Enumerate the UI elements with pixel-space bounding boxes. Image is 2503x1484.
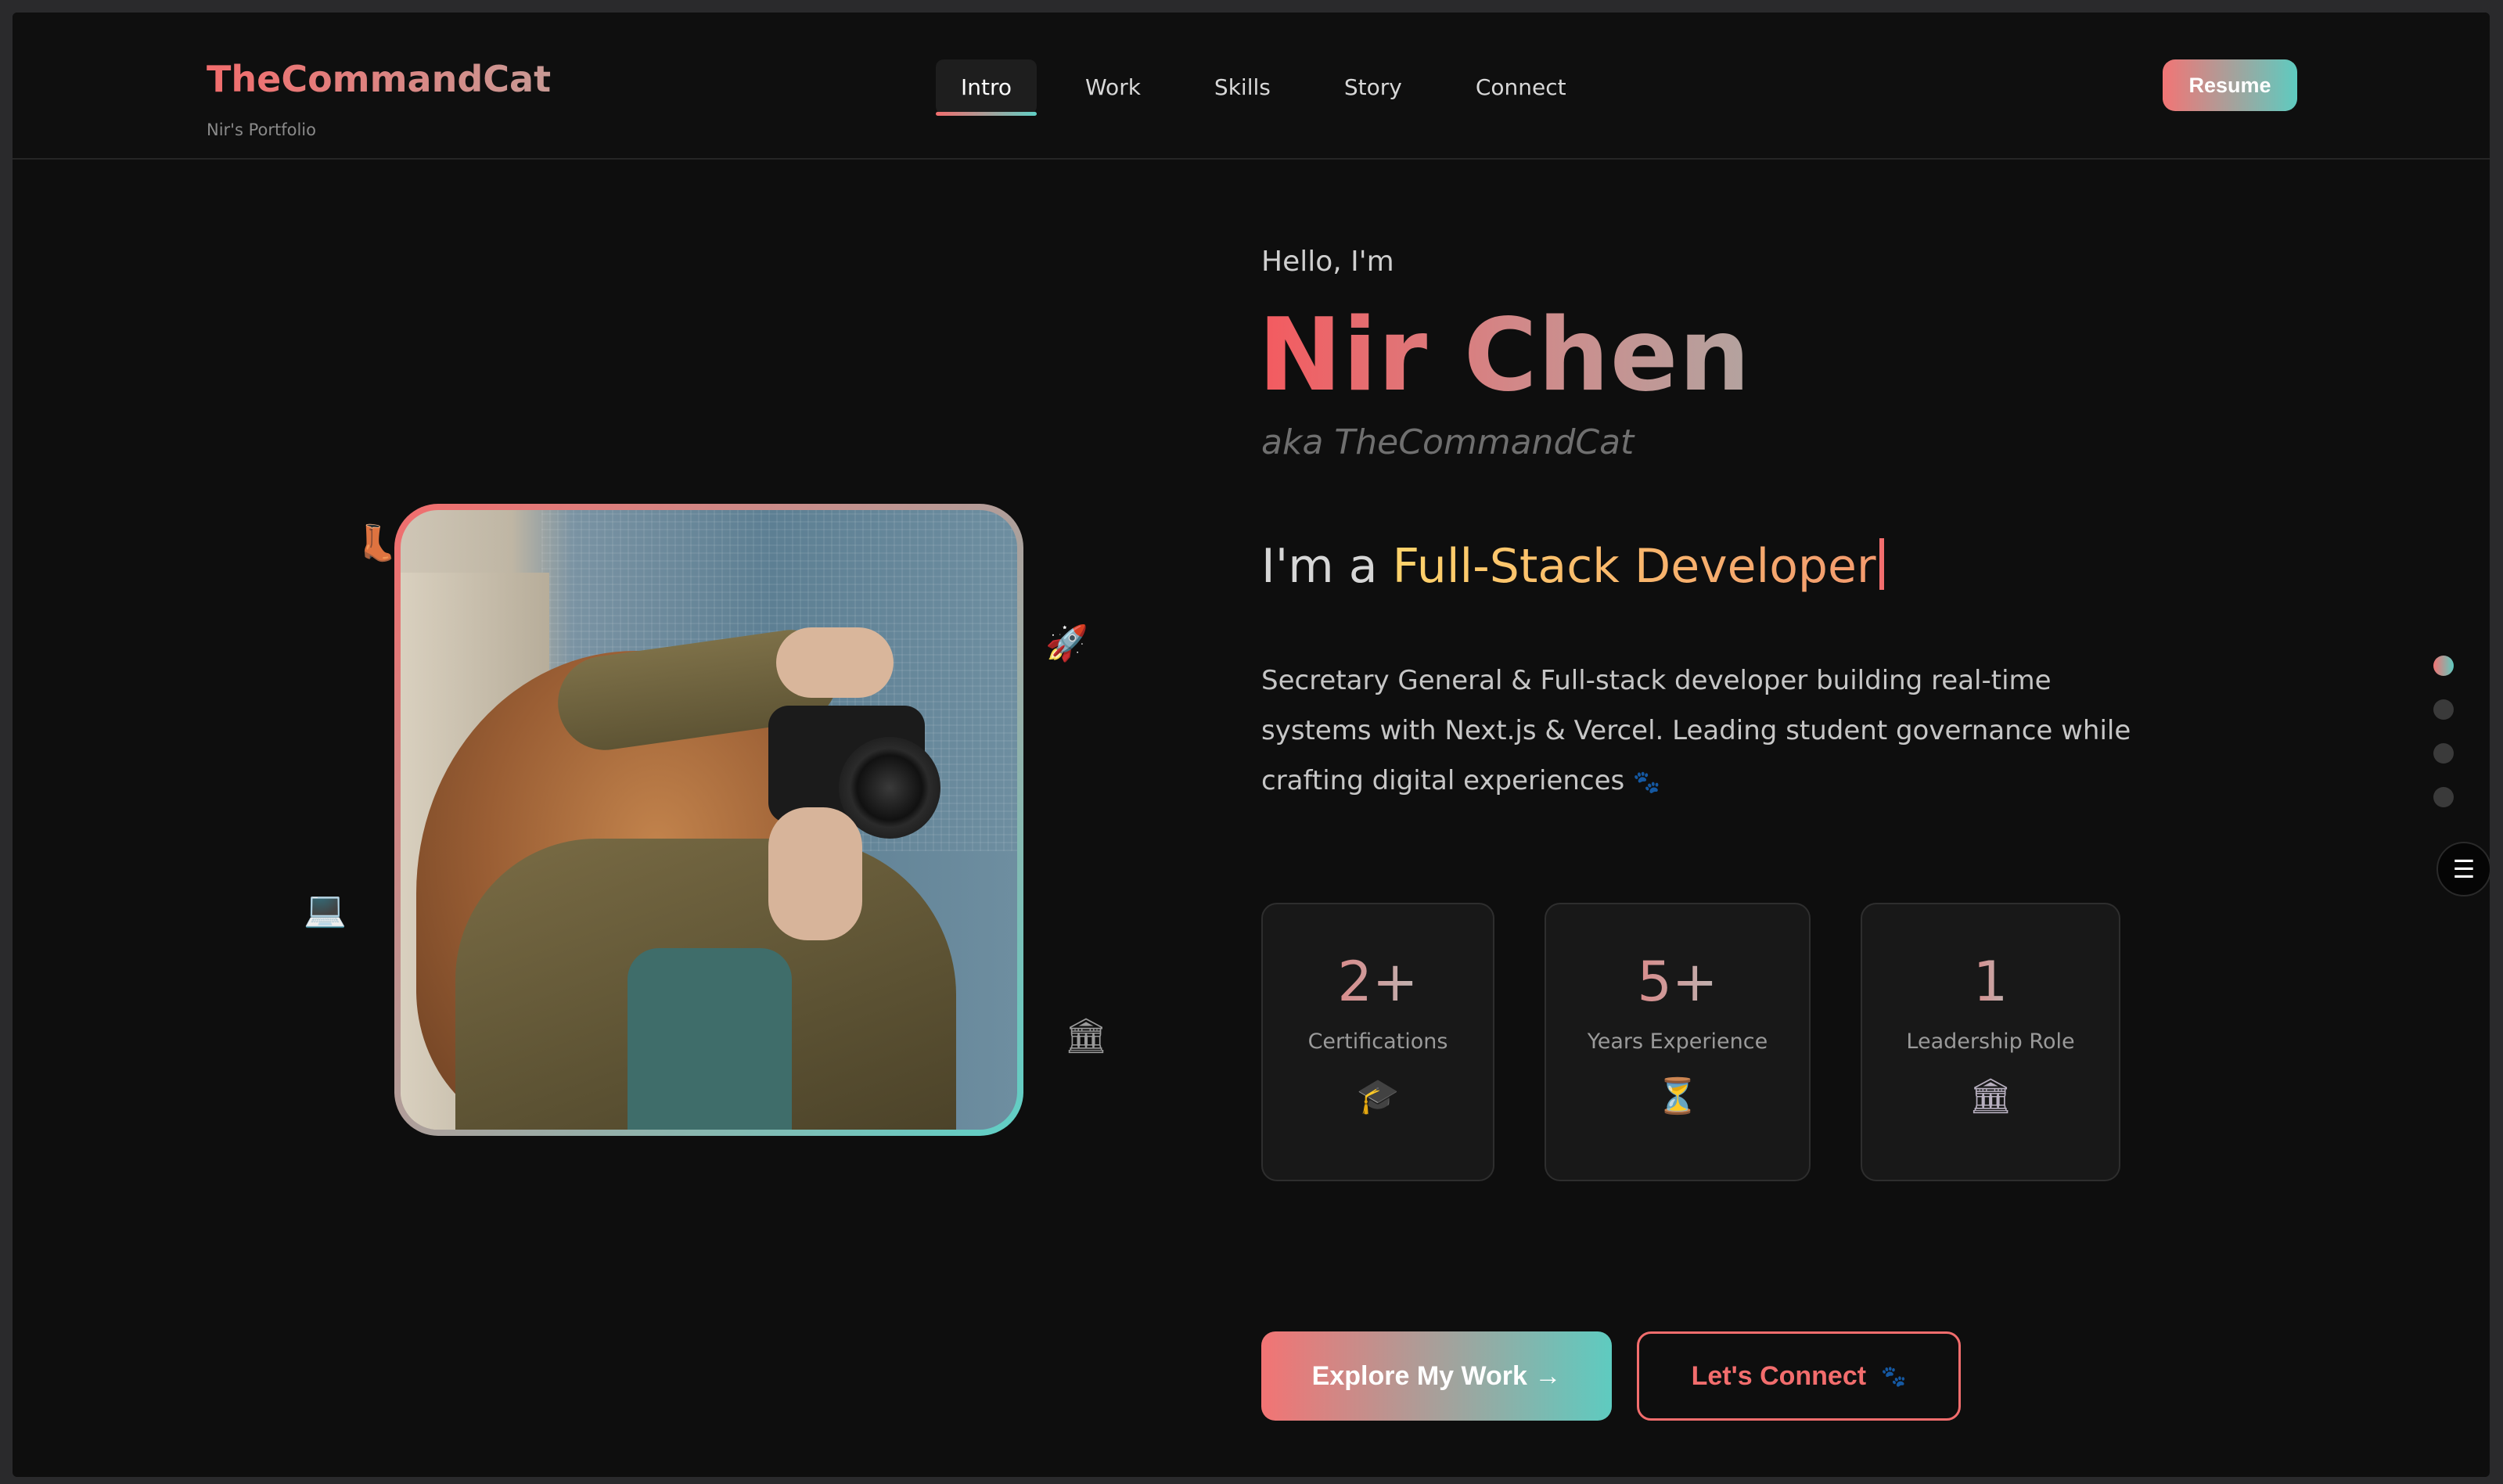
nav-intro[interactable]: Intro (936, 59, 1038, 116)
role-highlight: Full-Stack Developer (1392, 539, 1876, 594)
explore-work-button[interactable]: Explore My Work → (1261, 1331, 1612, 1421)
stat-value: 5+ (1637, 950, 1718, 1014)
profile-photo-frame (394, 504, 1023, 1136)
greeting: Hello, I'm (1261, 246, 1394, 278)
laptop-icon: 💻 (304, 889, 347, 929)
resume-button[interactable]: Resume (2163, 59, 2297, 111)
stat-label: Leadership Role (1906, 1029, 2075, 1054)
stat-value: 2+ (1337, 950, 1419, 1014)
role-typewriter: I'm a Full-Stack Developer (1261, 538, 1884, 594)
bank-icon: 🏛 (1969, 1076, 2012, 1116)
stat-card-certifications: 2+ Certifications 🎓 (1261, 903, 1494, 1181)
stat-card-experience: 5+ Years Experience ⏳ (1545, 903, 1811, 1181)
hourglass-icon: ⏳ (1656, 1076, 1699, 1116)
nav-story[interactable]: Story (1319, 59, 1427, 114)
connect-label: Let's Connect (1691, 1360, 1867, 1391)
nav-skills[interactable]: Skills (1189, 59, 1296, 114)
graduation-cap-icon: 🎓 (1356, 1076, 1400, 1116)
main-nav: Intro Work Skills Story Connect (936, 59, 1615, 116)
boot-icon: 👢 (355, 523, 398, 563)
hero-description: Secretary General & Full-stack developer… (1261, 656, 2169, 807)
stat-value: 1 (1973, 950, 2009, 1014)
section-dot-skills[interactable] (2433, 743, 2454, 764)
paw-icon: 🐾 (1633, 769, 1660, 795)
site-header: TheCommandCat Nir's Portfolio Intro Work… (13, 13, 2490, 160)
brand-subtitle: Nir's Portfolio (207, 120, 316, 139)
hero-alias: aka TheCommandCat (1261, 422, 1635, 462)
section-dot-work[interactable] (2433, 699, 2454, 720)
stat-card-leadership: 1 Leadership Role 🏛 (1861, 903, 2120, 1181)
browser-viewport: TheCommandCat Nir's Portfolio Intro Work… (13, 13, 2490, 1477)
paw-icon: 🐾 (1880, 1364, 1907, 1388)
hero-name: Nir Chen (1258, 297, 1751, 414)
bank-icon: 🏛 (1064, 1016, 1108, 1056)
section-dots (2433, 656, 2454, 807)
rocket-icon: 🚀 (1045, 623, 1088, 663)
role-prefix: I'm a (1261, 539, 1393, 594)
section-dot-intro[interactable] (2433, 656, 2454, 676)
nav-work[interactable]: Work (1060, 59, 1166, 114)
typing-caret (1879, 538, 1884, 590)
settings-toggle-icon[interactable]: ☰ (2436, 842, 2490, 897)
description-text: Secretary General & Full-stack developer… (1261, 665, 2131, 796)
connect-button[interactable]: Let's Connect 🐾 (1637, 1331, 1961, 1421)
stat-label: Years Experience (1587, 1029, 1768, 1054)
stat-label: Certifications (1307, 1029, 1448, 1054)
brand-logo[interactable]: TheCommandCat (207, 58, 551, 100)
profile-photo (401, 510, 1017, 1130)
nav-connect[interactable]: Connect (1451, 59, 1591, 114)
section-dot-story[interactable] (2433, 787, 2454, 807)
